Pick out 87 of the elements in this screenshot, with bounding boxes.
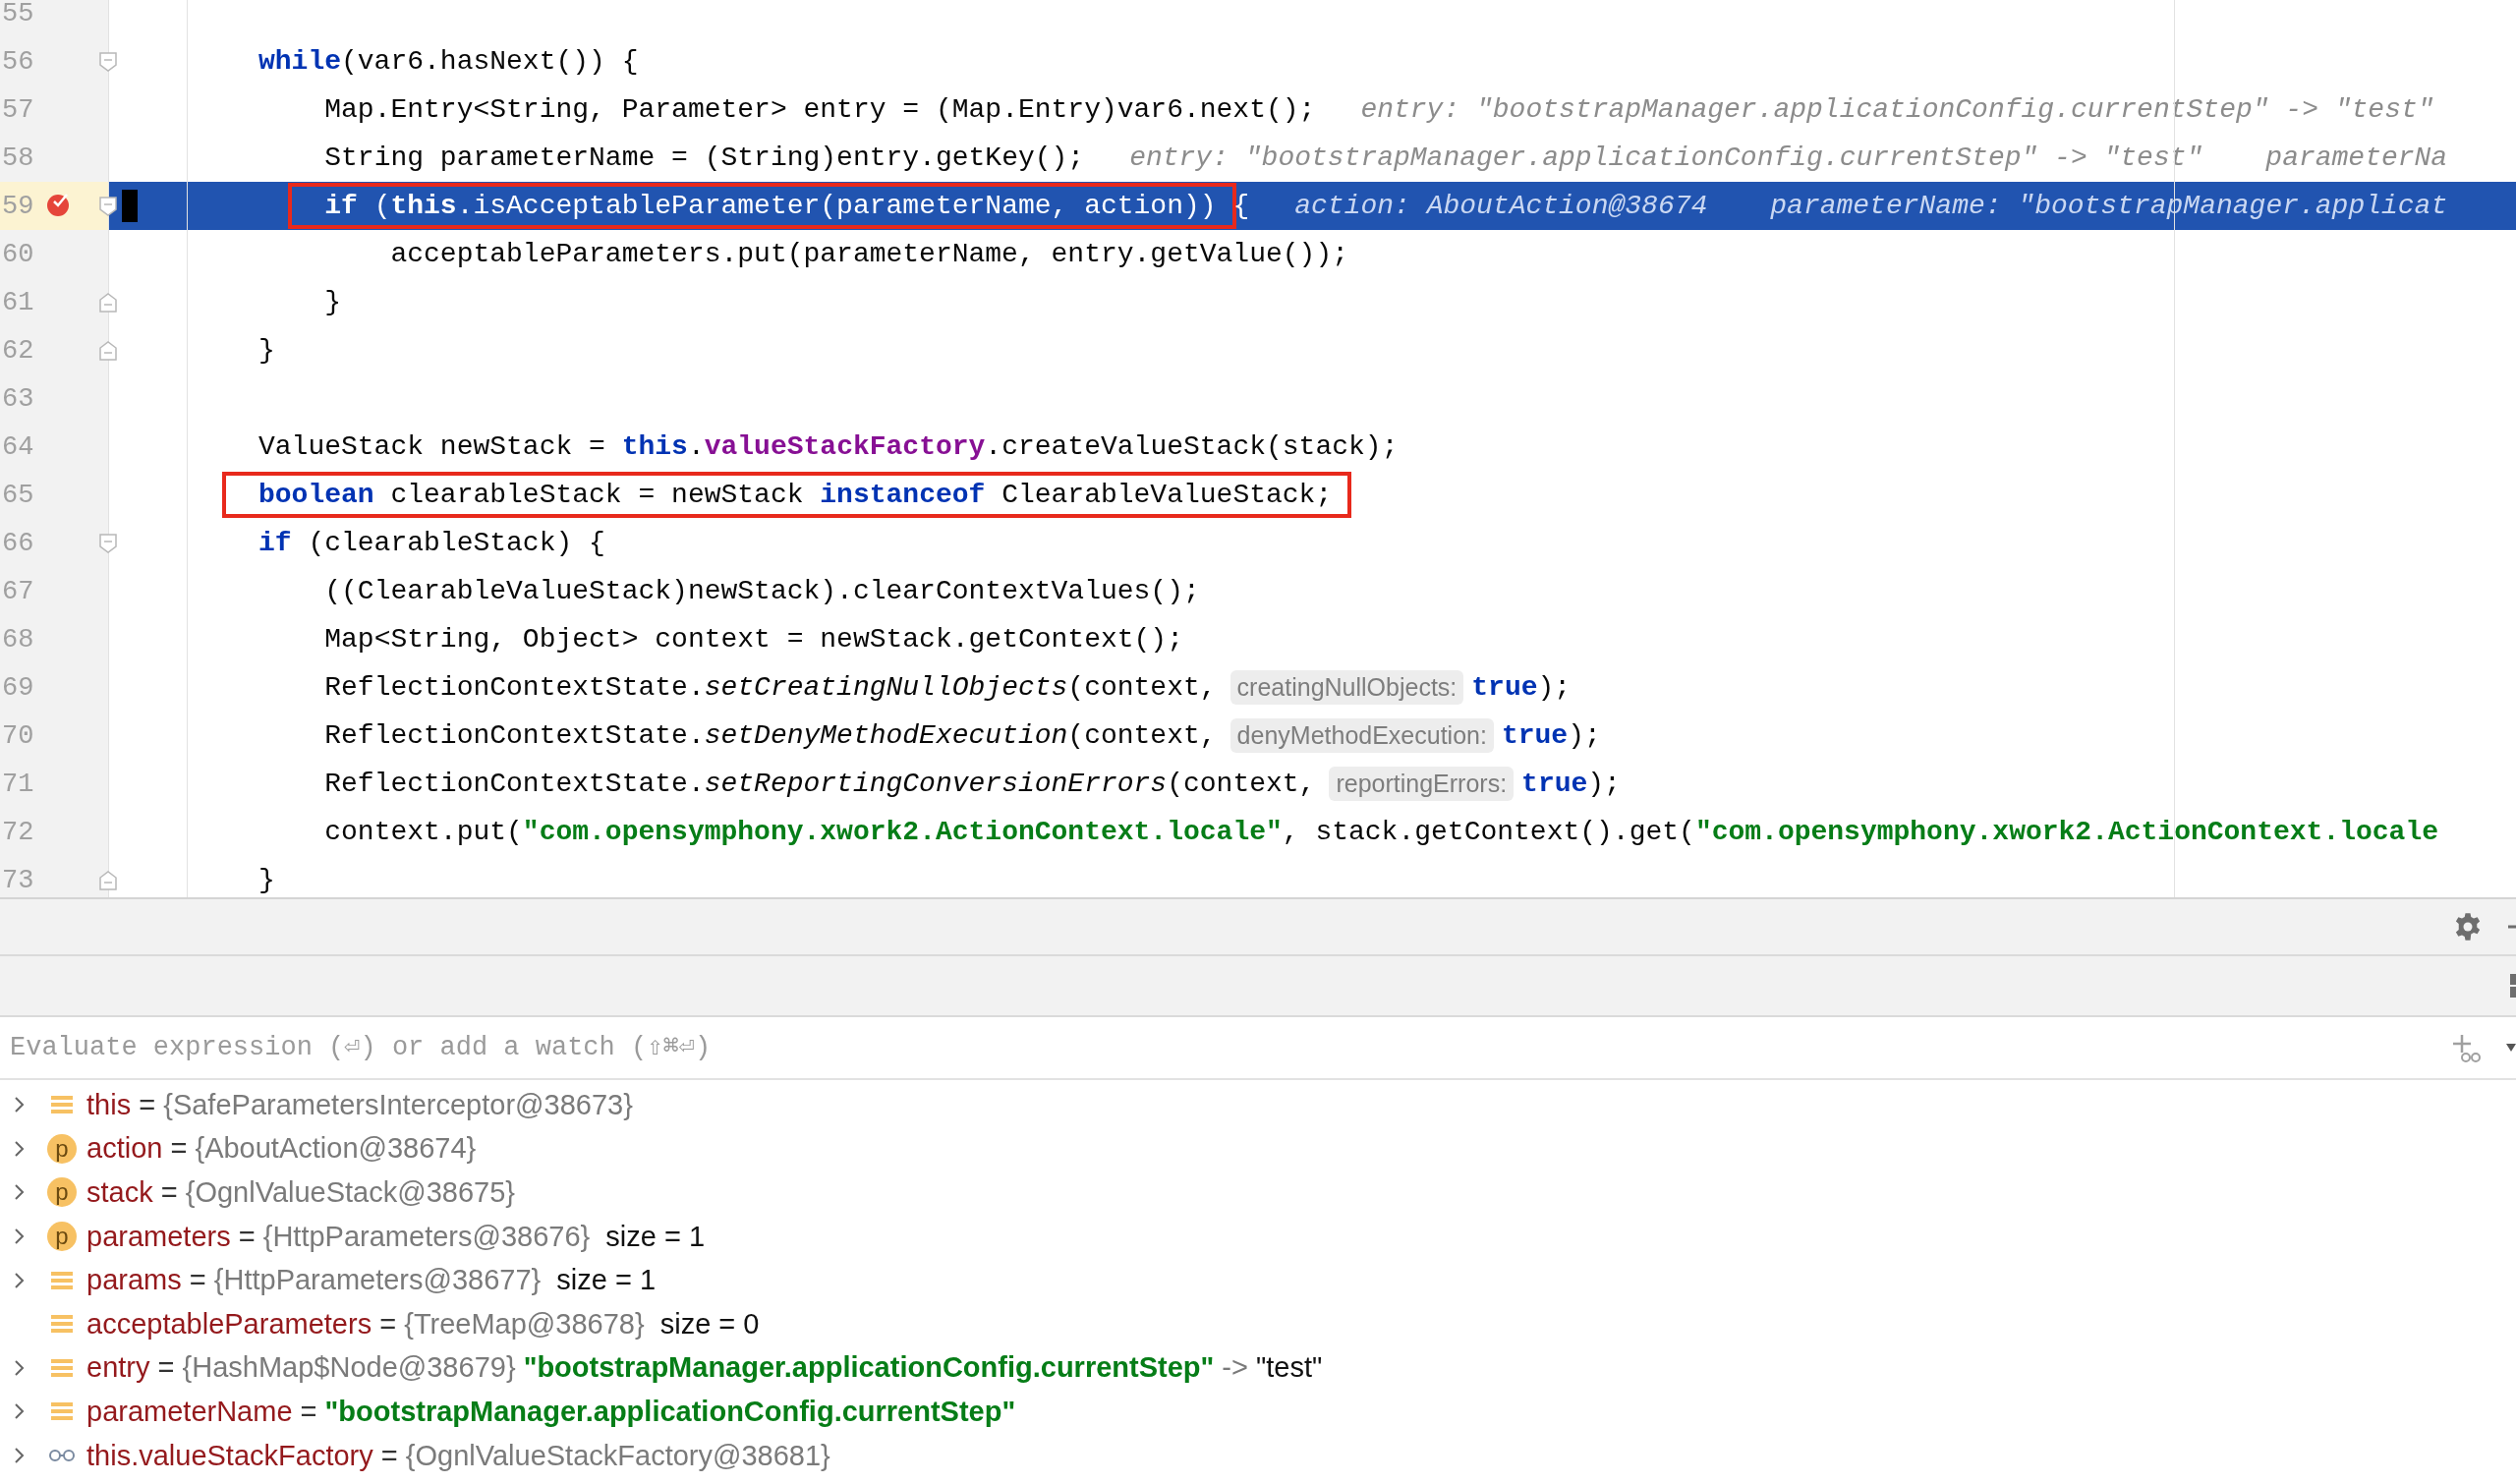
variable-name: entry [86,1351,150,1385]
variable-name: stack [86,1176,153,1209]
code-text: } [324,287,342,317]
fold-marker-icon[interactable] [99,197,117,216]
code-text: ReflectionContextState.setReportingConversionErrors(context, [324,769,1316,799]
variable-name: params [86,1264,182,1297]
code-text: context.put("com.opensymphony.xwork2.ActionContext.locale", stack.getContext().get("com.opensymphony.xwork2.ActionContext.locale [324,817,2438,847]
variable-value: = {HttpParameters@38676} size = 1 [237,1220,706,1253]
variable-name: action [86,1132,163,1166]
expand-chevron-icon[interactable] [14,1183,26,1202]
variable-name: parameterName [86,1395,293,1428]
line-number: 61 [2,287,34,317]
line-number: 57 [2,94,34,125]
line-number: 56 [2,46,34,77]
highlighted-code: boolean clearableStack = newStack instanceof ClearableValueStack; [222,472,1352,518]
variable-value: = {TreeMap@38678} size = 0 [378,1307,760,1341]
code-text: if (clearableStack) { [258,528,605,558]
line-number: 63 [2,383,34,414]
line-number: 73 [2,865,34,895]
expand-chevron-icon[interactable] [14,1139,26,1158]
line-number: 65 [2,480,34,510]
code-text: Map.Entry<String, Parameter> entry = (Map.Entry)var6.next(); [324,94,1316,125]
line-number: 68 [2,624,34,655]
inline-debug-value: entry: "bootstrapManager.applicationConfig.currentStep" -> "test" [1129,143,2203,173]
breakpoint-icon[interactable] [46,193,72,218]
variable-value: = {HttpParameters@38677} size = 1 [188,1264,657,1297]
line-number: 70 [2,720,34,751]
code-text: true); [1471,672,1572,703]
line-number: 71 [2,769,34,799]
parameter-icon: p [47,1222,77,1252]
fold-marker-icon[interactable] [99,52,117,72]
parameter-hint: denyMethodExecution: [1229,718,1494,753]
variable-value: = {OgnlValueStackFactory@38681} [379,1439,830,1472]
fold-end-marker-icon[interactable] [99,293,117,313]
variable-name: parameters [86,1220,231,1253]
fold-marker-icon[interactable] [99,534,117,553]
variable-value: = {SafeParametersInterceptor@38673} [138,1088,633,1121]
expand-chevron-icon[interactable] [14,1096,26,1114]
line-number: 55 [2,0,34,29]
variable-value: = {AboutAction@38674} [169,1132,477,1166]
inline-debug-value: parameterNa [2265,143,2448,173]
evaluate-expression-field[interactable]: Evaluate expression (⏎) or add a watch (⇧⌘⏎) [0,1017,2451,1078]
code-text: while(var6.hasNext()) { [258,46,639,77]
variable-name: this [86,1088,132,1121]
code-text: ValueStack newStack = this.valueStackFactory.createValueStack(stack); [258,431,1399,462]
line-number: 62 [2,335,34,366]
settings-icon[interactable] [2453,912,2483,942]
fold-end-marker-icon[interactable] [99,871,117,890]
line-number: 66 [2,528,34,558]
expand-chevron-icon[interactable] [14,1402,26,1421]
code-text: true); [1521,769,1621,799]
fold-end-marker-icon[interactable] [99,341,117,361]
parameter-icon: p [47,1177,77,1208]
add-watch-icon[interactable] [2451,1033,2481,1062]
variable-value: = {OgnlValueStack@38675} [159,1176,515,1209]
code-text: } [258,335,275,366]
expand-chevron-icon[interactable] [14,1447,26,1465]
line-number: 67 [2,576,34,606]
code-text: ReflectionContextState.setDenyMethodExecution(context, [324,720,1217,751]
line-number: 58 [2,143,34,173]
variable-name: this.valueStackFactory [86,1439,373,1472]
code-text: ((ClearableValueStack)newStack).clearContextValues(); [324,576,1200,606]
highlighted-code: if (this.isAcceptableParameter(parameterName, action)) [288,183,1236,229]
dropdown-caret-icon[interactable] [2506,1042,2516,1054]
code-text: true); [1501,720,1601,751]
code-text: } [258,865,275,895]
code-text: String parameterName = (String)entry.getKey(); [324,143,1085,173]
inline-debug-value: entry: "bootstrapManager.applicationConfig.currentStep" -> "test" [1360,94,2434,125]
parameter-hint: creatingNullObjects: [1229,670,1464,705]
parameter-hint: reportingErrors: [1329,767,1515,801]
line-number: 64 [2,431,34,462]
code-text: acceptableParameters.put(parameterName, entry.getValue()); [390,239,1348,269]
expand-chevron-icon[interactable] [14,1358,26,1377]
layout-icon[interactable] [2508,972,2516,999]
variable-value: = "bootstrapManager.applicationConfig.currentStep" [299,1395,1016,1428]
inline-debug-value: action: AboutAction@38674 [1294,191,1708,221]
line-number: 59 [2,191,34,221]
line-number: 72 [2,817,34,847]
variable-name: acceptableParameters [86,1307,372,1341]
expand-chevron-icon[interactable] [14,1227,26,1246]
code-text: ReflectionContextState.setCreatingNullObjects(context, [324,672,1217,703]
expand-chevron-icon[interactable] [14,1271,26,1289]
variable-value: = {HashMap$Node@38679} "bootstrapManager.applicationConfig.currentStep" -> "test" [156,1351,1323,1385]
line-number: 69 [2,672,34,703]
parameter-icon: p [47,1133,77,1164]
code-text: Map<String, Object> context = newStack.getContext(); [324,624,1183,655]
line-number: 60 [2,239,34,269]
